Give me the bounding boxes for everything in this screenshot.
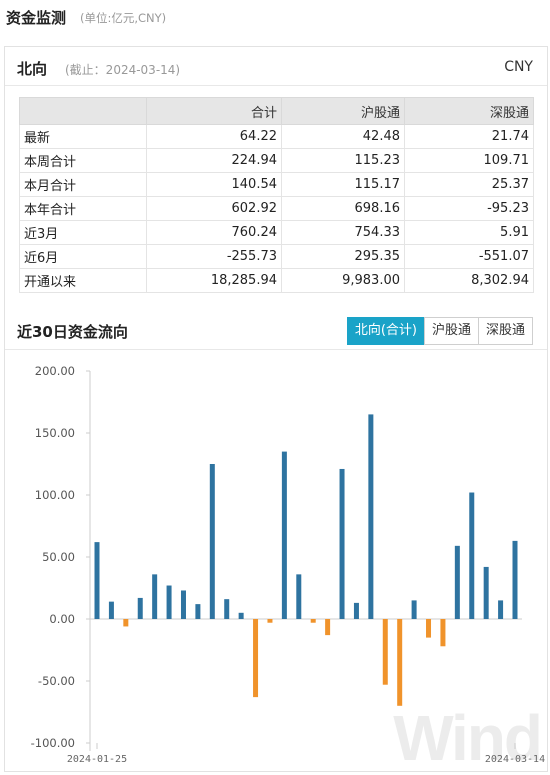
flow-bar[interactable] xyxy=(253,619,259,698)
flow-bar[interactable] xyxy=(339,468,345,619)
flow-bar[interactable] xyxy=(382,619,388,685)
flow-bar[interactable] xyxy=(325,619,331,636)
flow-bar[interactable] xyxy=(512,540,518,619)
flow-bar[interactable] xyxy=(137,597,143,619)
x-tick-label: 2024-01-25 xyxy=(67,754,127,765)
flow-bar[interactable] xyxy=(267,619,273,623)
flow-bar[interactable] xyxy=(454,545,460,619)
flow-bar[interactable] xyxy=(108,601,114,619)
flow-bar[interactable] xyxy=(310,619,316,623)
flow-bar[interactable] xyxy=(281,451,287,619)
flow-bar[interactable] xyxy=(368,414,374,619)
flow-bar[interactable] xyxy=(209,464,215,619)
flow-bar[interactable] xyxy=(94,542,100,619)
y-tick-label: 0.00 xyxy=(49,612,75,626)
flow-bar[interactable] xyxy=(180,590,186,619)
flow-bar[interactable] xyxy=(469,492,475,619)
flow-bar[interactable] xyxy=(238,612,244,619)
flow-bar[interactable] xyxy=(195,604,201,619)
y-tick-label: 100.00 xyxy=(35,488,75,502)
flow-bar[interactable] xyxy=(426,619,432,638)
y-tick-label: 150.00 xyxy=(35,426,75,440)
flow-bar[interactable] xyxy=(411,600,417,619)
y-tick-label: 200.00 xyxy=(35,364,75,378)
y-tick-label: -50.00 xyxy=(38,674,75,688)
flow-bar[interactable] xyxy=(397,619,403,706)
flow-bar[interactable] xyxy=(152,574,158,619)
y-tick-label: 50.00 xyxy=(42,550,75,564)
flow-bar[interactable] xyxy=(166,585,172,619)
x-tick-label: 2024-03-14 xyxy=(485,754,545,765)
flow-bar[interactable] xyxy=(123,619,129,627)
flow-bar[interactable] xyxy=(440,619,446,647)
flow-bar[interactable] xyxy=(483,566,489,619)
y-tick-label: -100.00 xyxy=(31,736,75,750)
flow-bar-chart: 200.00 150.00 100.00 50.00 0.00 -50.00 -100.00… xyxy=(31,364,546,765)
flow-bar[interactable] xyxy=(353,602,359,619)
flow-bar[interactable] xyxy=(296,574,302,619)
flow-bar[interactable] xyxy=(498,600,504,619)
flow-bar[interactable] xyxy=(224,599,230,619)
